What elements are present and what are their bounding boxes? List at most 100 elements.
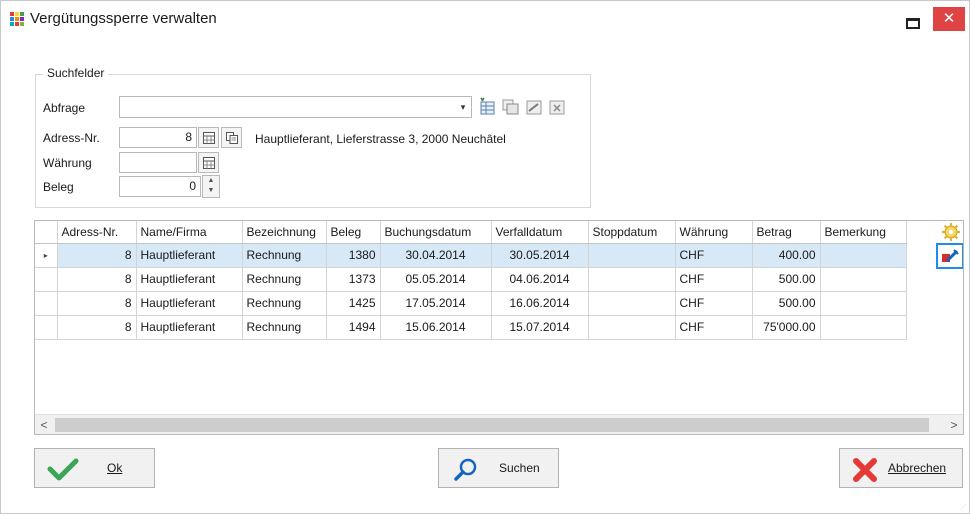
delete-query-icon[interactable] <box>547 97 567 117</box>
cell-beleg[interactable]: 1373 <box>326 267 381 292</box>
ok-button[interactable]: Ok <box>34 448 155 488</box>
column-header[interactable]: Stoppdatum <box>588 221 676 244</box>
cell-waehrung[interactable]: CHF <box>675 291 753 316</box>
adress-lookup-button[interactable] <box>198 127 219 148</box>
results-table: Adress-Nr. Name/Firma Bezeichnung Beleg … <box>35 221 907 340</box>
cell-bezeichnung[interactable]: Rechnung <box>242 291 327 316</box>
cell-name[interactable]: Hauptlieferant <box>136 267 243 292</box>
spin-down-icon[interactable]: ▼ <box>203 186 219 196</box>
cell-verfalldatum[interactable]: 30.05.2014 <box>491 243 589 268</box>
waehrung-lookup-button[interactable] <box>198 152 219 173</box>
gear-icon[interactable] <box>938 221 964 243</box>
waehrung-label: Währung <box>43 156 92 170</box>
minimize-button[interactable] <box>897 9 925 31</box>
cell-bezeichnung[interactable]: Rechnung <box>242 315 327 340</box>
magnifier-icon <box>454 458 477 481</box>
search-legend: Suchfelder <box>43 66 109 80</box>
cell-name[interactable]: Hauptlieferant <box>136 243 243 268</box>
red-x-icon <box>853 458 877 482</box>
cell-stoppdatum[interactable] <box>588 291 676 316</box>
copy-query-icon[interactable] <box>501 97 521 117</box>
beleg-spinner[interactable]: ▲ ▼ <box>202 175 220 198</box>
cell-name[interactable]: Hauptlieferant <box>136 315 243 340</box>
adress-nr-input[interactable]: 8 <box>119 127 197 148</box>
chevron-down-icon[interactable]: ▾ <box>455 97 471 117</box>
cell-adress[interactable]: 8 <box>57 315 137 340</box>
cell-verfalldatum[interactable]: 04.06.2014 <box>491 267 589 292</box>
column-header[interactable]: Beleg <box>326 221 381 244</box>
cell-buchungsdatum[interactable]: 15.06.2014 <box>380 315 492 340</box>
cell-beleg[interactable]: 1494 <box>326 315 381 340</box>
cell-bemerkung[interactable] <box>820 267 907 292</box>
column-header[interactable]: Währung <box>675 221 753 244</box>
resize-grip-icon[interactable]: ⋰ <box>960 504 966 511</box>
cell-bezeichnung[interactable]: Rechnung <box>242 267 327 292</box>
cell-beleg[interactable]: 1380 <box>326 243 381 268</box>
dialog-window: Vergütungssperre verwalten ✕ Suchfelder … <box>0 0 970 514</box>
cell-stoppdatum[interactable] <box>588 267 676 292</box>
cell-verfalldatum[interactable]: 15.07.2014 <box>491 315 589 340</box>
cell-verfalldatum[interactable]: 16.06.2014 <box>491 291 589 316</box>
cell-bemerkung[interactable] <box>820 243 907 268</box>
calendar-icon <box>203 132 215 144</box>
cell-bemerkung[interactable] <box>820 315 907 340</box>
cell-betrag[interactable]: 75'000.00 <box>752 315 821 340</box>
scroll-right-icon[interactable]: > <box>945 417 963 433</box>
adress-copy-button[interactable] <box>221 127 242 148</box>
abbrechen-button[interactable]: Abbrechen <box>839 448 963 488</box>
suchen-button[interactable]: Suchen <box>438 448 559 488</box>
column-header[interactable]: Bemerkung <box>820 221 907 244</box>
column-header[interactable]: Buchungsdatum <box>380 221 492 244</box>
scroll-left-icon[interactable]: < <box>35 417 53 433</box>
column-header[interactable]: Adress-Nr. <box>57 221 137 244</box>
abfrage-combobox[interactable]: ▾ <box>119 96 472 118</box>
horizontal-scrollbar[interactable]: < > <box>35 414 963 434</box>
column-header[interactable]: Betrag <box>752 221 821 244</box>
edit-query-icon[interactable] <box>524 97 544 117</box>
copy-icon <box>226 132 238 144</box>
cell-waehrung[interactable]: CHF <box>675 267 753 292</box>
cell-adress[interactable]: 8 <box>57 291 137 316</box>
cell-betrag[interactable]: 500.00 <box>752 267 821 292</box>
row-indicator-empty <box>35 315 58 340</box>
grid-header-row: Adress-Nr. Name/Firma Bezeichnung Beleg … <box>35 221 907 244</box>
cell-adress[interactable]: 8 <box>57 243 137 268</box>
cell-beleg[interactable]: 1425 <box>326 291 381 316</box>
cell-betrag[interactable]: 400.00 <box>752 243 821 268</box>
close-button[interactable]: ✕ <box>933 7 965 31</box>
table-row[interactable]: ▸ 8 Hauptlieferant Rechnung 1380 30.04.2… <box>35 243 907 268</box>
cell-betrag[interactable]: 500.00 <box>752 291 821 316</box>
edit-row-icon <box>942 249 959 263</box>
window-title: Vergütungssperre verwalten <box>30 10 217 27</box>
row-indicator-empty <box>35 291 58 316</box>
cell-buchungsdatum[interactable]: 17.05.2014 <box>380 291 492 316</box>
spin-up-icon[interactable]: ▲ <box>203 176 219 186</box>
cell-waehrung[interactable]: CHF <box>675 315 753 340</box>
edit-row-button[interactable] <box>936 243 963 269</box>
column-header[interactable]: Name/Firma <box>136 221 243 244</box>
beleg-label: Beleg <box>43 180 74 194</box>
adress-nr-label: Adress-Nr. <box>43 131 100 145</box>
cell-waehrung[interactable]: CHF <box>675 243 753 268</box>
column-header[interactable]: Bezeichnung <box>242 221 327 244</box>
table-row[interactable]: 8 Hauptlieferant Rechnung 1425 17.05.201… <box>35 291 907 316</box>
row-indicator-icon: ▸ <box>35 243 58 268</box>
waehrung-input[interactable] <box>119 152 197 173</box>
new-query-icon[interactable] <box>478 97 498 117</box>
cell-stoppdatum[interactable] <box>588 243 676 268</box>
scrollbar-thumb[interactable] <box>55 418 929 432</box>
cell-buchungsdatum[interactable]: 30.04.2014 <box>380 243 492 268</box>
ok-label: Ok <box>107 461 123 475</box>
cell-stoppdatum[interactable] <box>588 315 676 340</box>
cell-name[interactable]: Hauptlieferant <box>136 291 243 316</box>
table-row[interactable]: 8 Hauptlieferant Rechnung 1494 15.06.201… <box>35 315 907 340</box>
table-row[interactable]: 8 Hauptlieferant Rechnung 1373 05.05.201… <box>35 267 907 292</box>
cell-bemerkung[interactable] <box>820 291 907 316</box>
title-bar: Vergütungssperre verwalten ✕ <box>1 1 969 35</box>
column-header[interactable]: Verfalldatum <box>491 221 589 244</box>
suchen-label: Suchen <box>499 461 540 475</box>
cell-adress[interactable]: 8 <box>57 267 137 292</box>
cell-bezeichnung[interactable]: Rechnung <box>242 243 327 268</box>
cell-buchungsdatum[interactable]: 05.05.2014 <box>380 267 492 292</box>
beleg-input[interactable]: 0 <box>119 176 201 197</box>
